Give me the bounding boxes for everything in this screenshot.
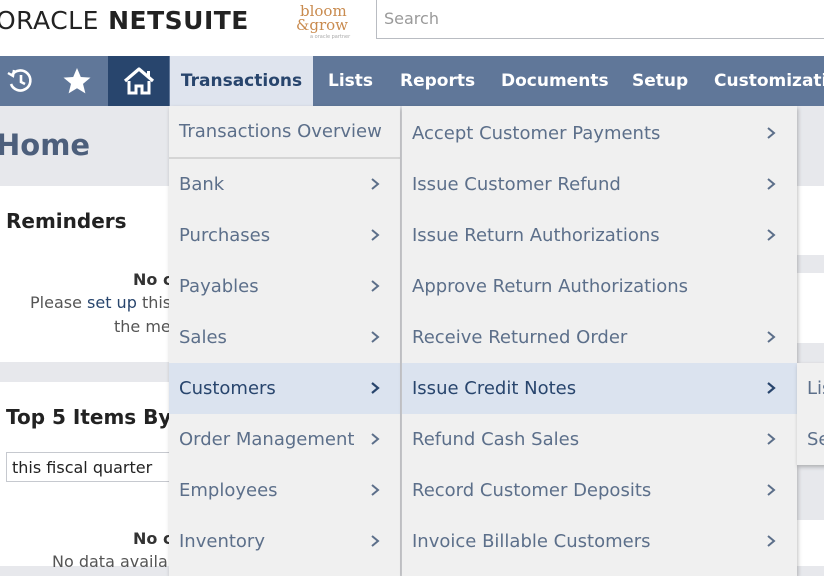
menu-item-invoice-billable-customers[interactable]: Invoice Billable Customers [402,516,797,567]
menu-item-accept-customer-payments[interactable]: Accept Customer Payments [402,108,797,159]
chevron-right-icon [371,382,380,394]
top-header: ORACLE NETSUITE bloom &grow a oracle par… [0,0,824,56]
menu-item-transactions-overview[interactable]: Transactions Overview [169,106,400,157]
top-items-empty-heading: No c [133,529,173,548]
chevron-right-icon [767,433,776,445]
favorites-star-icon [63,68,91,94]
menu-item-order-management[interactable]: Order Management [169,414,400,465]
period-select[interactable]: this fiscal quarter [6,452,176,482]
chevron-right-icon [371,229,380,241]
menu-item-issue-return-authorizations[interactable]: Issue Return Authorizations [402,210,797,261]
menu-item-bank[interactable]: Bank [169,159,400,210]
chevron-right-icon [767,382,776,394]
home-icon [123,67,154,95]
tab-reports[interactable]: Reports [400,56,475,106]
menu-item-employees[interactable]: Employees [169,465,400,516]
right-panel-fragment [796,273,824,343]
chevron-right-icon [767,484,776,496]
recent-records-button[interactable] [0,56,40,106]
menu-item-record-customer-deposits[interactable]: Record Customer Deposits [402,465,797,516]
menu-item-list[interactable]: Lis [797,363,824,414]
menu-item-approve-return-authorizations[interactable]: Approve Return Authorizations [402,261,797,312]
tab-transactions[interactable]: Transactions [170,56,313,106]
home-button[interactable] [108,56,169,106]
reminders-title: Reminders [6,209,127,233]
menu-item-receive-returned-order[interactable]: Receive Returned Order [402,312,797,363]
menu-item-payables[interactable]: Payables [169,261,400,312]
menu-item-refund-cash-sales[interactable]: Refund Cash Sales [402,414,797,465]
bloom-and-grow-logo: bloom &grow a oracle partner [296,3,352,43]
menu-item-sales[interactable]: Sales [169,312,400,363]
tab-setup[interactable]: Setup [632,56,688,106]
tab-documents[interactable]: Documents [501,56,609,106]
favorites-button[interactable] [48,56,106,106]
menu-item-purchases[interactable]: Purchases [169,210,400,261]
page-title: Home [0,128,91,162]
recent-records-icon [7,69,32,92]
chevron-right-icon [371,535,380,547]
tab-customization[interactable]: Customizatio [714,56,824,106]
reminders-empty-heading: No c [133,270,173,289]
partner-logo-line2: &grow [296,16,348,34]
top-items-no-data-text: No data availab [52,552,178,571]
menu-item-search[interactable]: Se [797,414,824,465]
chevron-right-icon [767,331,776,343]
chevron-right-icon [767,127,776,139]
set-up-link[interactable]: set up [87,293,137,312]
credit-notes-submenu: Lis Se [797,363,824,465]
partner-logo-tagline: a oracle partner [310,34,351,40]
main-nav-bar: Transactions Lists Reports Documents Set… [0,56,824,106]
menu-item-issue-credit-notes[interactable]: Issue Credit Notes [402,363,797,414]
chevron-right-icon [371,331,380,343]
chevron-right-icon [371,433,380,445]
menu-item-customers[interactable]: Customers [169,363,400,414]
menu-item-issue-customer-refund[interactable]: Issue Customer Refund [402,159,797,210]
chevron-right-icon [767,229,776,241]
chevron-right-icon [371,484,380,496]
customers-submenu: Accept Customer Payments Issue Customer … [402,106,797,576]
search-input[interactable] [377,0,824,36]
menu-item-inventory[interactable]: Inventory [169,516,400,567]
global-search-box [376,0,824,39]
tab-lists[interactable]: Lists [328,56,373,106]
reminders-setup-text: Please set up this [30,293,172,312]
transactions-menu: Transactions Overview Bank Purchases Pay… [169,106,400,576]
oracle-netsuite-logo[interactable]: ORACLE NETSUITE [0,6,249,35]
chevron-right-icon [371,178,380,190]
chevron-right-icon [767,535,776,547]
reminders-portlet: Reminders No c Please set up this the me [0,186,180,362]
right-panel-fragment [796,186,824,255]
chevron-right-icon [371,280,380,292]
top-items-title: Top 5 Items By Q [6,405,196,429]
reminders-setup-text-2: the me [114,317,171,336]
chevron-right-icon [767,178,776,190]
right-panel-fragment [796,520,824,566]
